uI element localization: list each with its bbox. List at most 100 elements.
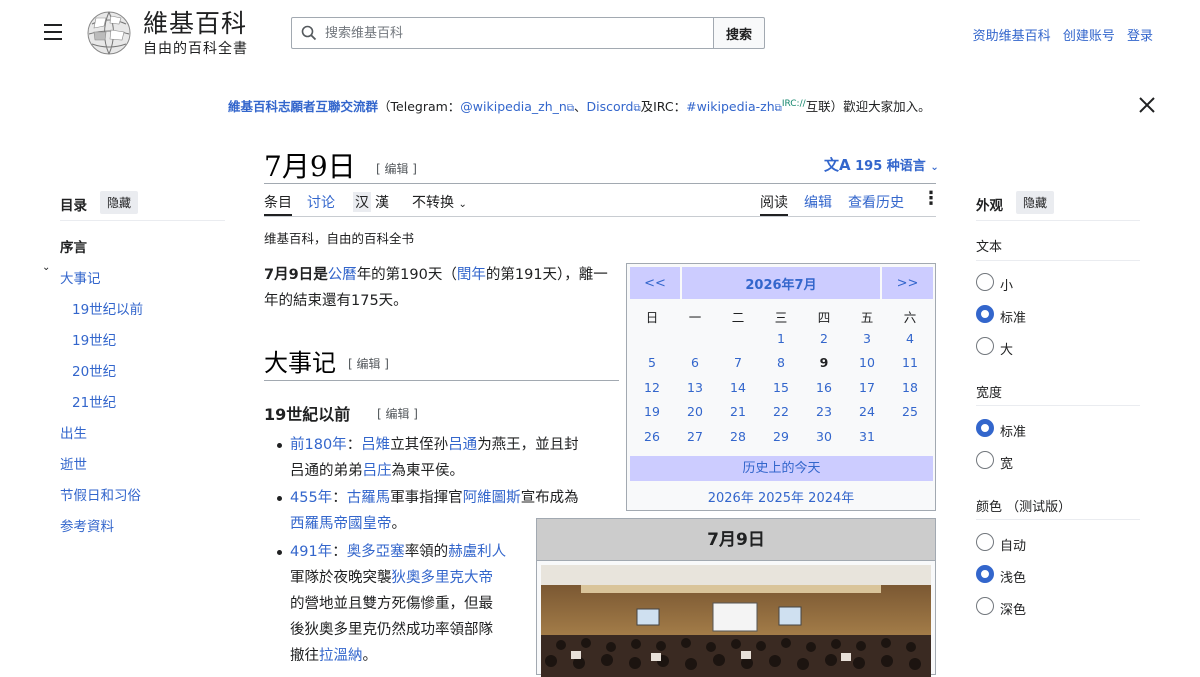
- title-edit-link[interactable]: [ 编辑 ]: [376, 160, 417, 177]
- color-dark-radio[interactable]: [976, 597, 994, 615]
- calendar-day[interactable]: 5: [632, 355, 672, 370]
- year-link[interactable]: 491年: [290, 544, 332, 560]
- calendar-day[interactable]: 25: [890, 404, 930, 419]
- chevron-down-icon[interactable]: ⌄: [42, 262, 50, 273]
- variant-dropdown[interactable]: 不转换 ⌄: [412, 192, 467, 212]
- text-size-large-radio[interactable]: [976, 337, 994, 355]
- calendar-day[interactable]: 13: [675, 380, 715, 395]
- calendar-day[interactable]: 4: [890, 331, 930, 346]
- calendar-day[interactable]: 26: [632, 429, 672, 444]
- donate-link[interactable]: 资助维基百科: [973, 29, 1051, 44]
- calendar-day[interactable]: 14: [718, 380, 758, 395]
- irc-link[interactable]: #wikipedia-zh: [686, 99, 775, 114]
- calendar-year-links[interactable]: 2026年 2025年 2024年: [627, 487, 935, 506]
- calendar-day[interactable]: 23: [804, 404, 844, 419]
- toc-item-21c[interactable]: 21世纪: [72, 391, 116, 411]
- article-link[interactable]: 吕通: [448, 437, 477, 453]
- tab-read[interactable]: 阅读: [760, 192, 788, 212]
- logo-title[interactable]: 維基百科: [143, 10, 247, 38]
- toc-item-events[interactable]: 大事记: [60, 267, 101, 287]
- tab-history[interactable]: 查看历史: [848, 192, 904, 212]
- calendar-day[interactable]: 6: [675, 355, 715, 370]
- subsection-edit-link[interactable]: [ 编辑 ]: [377, 405, 418, 422]
- tab-article[interactable]: 条目: [264, 192, 292, 212]
- toc-item-19c[interactable]: 19世纪: [72, 329, 116, 349]
- year-link[interactable]: 前180年: [290, 437, 347, 453]
- calendar-day[interactable]: 2: [804, 331, 844, 346]
- width-standard-radio[interactable]: [976, 419, 994, 437]
- text-size-standard-radio[interactable]: [976, 305, 994, 323]
- calendar-day[interactable]: 9: [804, 355, 844, 370]
- search-button[interactable]: 搜索: [713, 17, 765, 49]
- article-link[interactable]: 奥多亞塞: [347, 544, 405, 560]
- section-edit-link[interactable]: [ 编辑 ]: [348, 355, 389, 372]
- calendar-next-button[interactable]: >>: [882, 267, 933, 299]
- year-link[interactable]: 455年: [290, 490, 332, 506]
- tab-edit[interactable]: 编辑: [804, 192, 832, 212]
- irc-sup[interactable]: IRC://: [782, 99, 806, 109]
- toc-item-pre19[interactable]: 19世纪以前: [72, 298, 143, 318]
- calendar-day[interactable]: 16: [804, 380, 844, 395]
- article-link[interactable]: 赫盧利人: [448, 544, 506, 560]
- appearance-hide-button[interactable]: 隐藏: [1016, 191, 1055, 214]
- wikipedia-globe-logo-icon[interactable]: [84, 10, 134, 56]
- calendar-day[interactable]: 3: [847, 331, 887, 346]
- calendar-prev-button[interactable]: <<: [630, 267, 680, 299]
- toc-hide-button[interactable]: 隐藏: [100, 191, 139, 214]
- calendar-day[interactable]: 31: [847, 429, 887, 444]
- toc-item-references[interactable]: 参考資料: [60, 515, 114, 535]
- toc-item-births[interactable]: 出生: [60, 422, 87, 442]
- language-button[interactable]: 文A 195 种语言 ⌄: [824, 154, 939, 175]
- toc-item-20c[interactable]: 20世纪: [72, 360, 116, 380]
- more-actions-icon[interactable]: ⋮: [922, 190, 940, 208]
- calendar-day[interactable]: 17: [847, 380, 887, 395]
- calendar-day[interactable]: 7: [718, 355, 758, 370]
- search-input[interactable]: [325, 18, 710, 48]
- width-wide-radio[interactable]: [976, 451, 994, 469]
- calendar-day[interactable]: 8: [761, 355, 801, 370]
- calendar-day[interactable]: 19: [632, 404, 672, 419]
- conference-hall-photo[interactable]: [541, 565, 931, 677]
- article-link[interactable]: 阿維圖斯: [463, 490, 521, 506]
- tab-talk[interactable]: 讨论: [307, 192, 335, 212]
- telegram-link[interactable]: @wikipedia_zh_n: [460, 99, 567, 114]
- article-link[interactable]: 吕庄: [363, 463, 392, 479]
- toc-item-holidays[interactable]: 节假日和习俗: [60, 484, 141, 504]
- main-menu-icon[interactable]: [44, 24, 64, 42]
- calendar-day[interactable]: 27: [675, 429, 715, 444]
- banner-lead-link[interactable]: 維基百科志願者互聯交流群: [228, 99, 378, 114]
- calendar-day[interactable]: 29: [761, 429, 801, 444]
- variant-traditional[interactable]: 漢: [375, 192, 389, 212]
- gregorian-link[interactable]: 公曆: [328, 267, 357, 283]
- leap-year-link[interactable]: 閏年: [457, 267, 486, 283]
- toc-item-deaths[interactable]: 逝世: [60, 453, 87, 473]
- article-link[interactable]: 拉溫納: [319, 648, 363, 664]
- calendar-day[interactable]: 30: [804, 429, 844, 444]
- calendar-day[interactable]: 1: [761, 331, 801, 346]
- today-in-history-link[interactable]: 历史上的今天: [630, 456, 933, 481]
- discord-link[interactable]: Discord: [586, 99, 633, 114]
- article-link[interactable]: 西羅馬帝國皇帝: [290, 516, 392, 532]
- article-link[interactable]: 古羅馬: [347, 490, 391, 506]
- toc-item-intro[interactable]: 序言: [60, 236, 87, 256]
- text-size-small-radio[interactable]: [976, 273, 994, 291]
- variant-simplified[interactable]: 汉: [353, 192, 371, 212]
- calendar-day[interactable]: 18: [890, 380, 930, 395]
- calendar-month-title[interactable]: 2026年7月: [682, 267, 880, 299]
- calendar-day[interactable]: 11: [890, 355, 930, 370]
- calendar-day[interactable]: 10: [847, 355, 887, 370]
- close-icon[interactable]: [1138, 96, 1156, 114]
- color-light-radio[interactable]: [976, 565, 994, 583]
- calendar-day[interactable]: 20: [675, 404, 715, 419]
- calendar-day[interactable]: 24: [847, 404, 887, 419]
- calendar-day[interactable]: 12: [632, 380, 672, 395]
- calendar-day[interactable]: 21: [718, 404, 758, 419]
- create-account-link[interactable]: 创建账号: [1063, 29, 1115, 44]
- calendar-day[interactable]: 15: [761, 380, 801, 395]
- article-link[interactable]: 狄奧多里克大帝: [392, 570, 494, 586]
- login-link[interactable]: 登录: [1127, 29, 1153, 44]
- calendar-day[interactable]: 22: [761, 404, 801, 419]
- calendar-day[interactable]: 28: [718, 429, 758, 444]
- article-link[interactable]: 吕雉: [361, 437, 390, 453]
- color-auto-radio[interactable]: [976, 533, 994, 551]
